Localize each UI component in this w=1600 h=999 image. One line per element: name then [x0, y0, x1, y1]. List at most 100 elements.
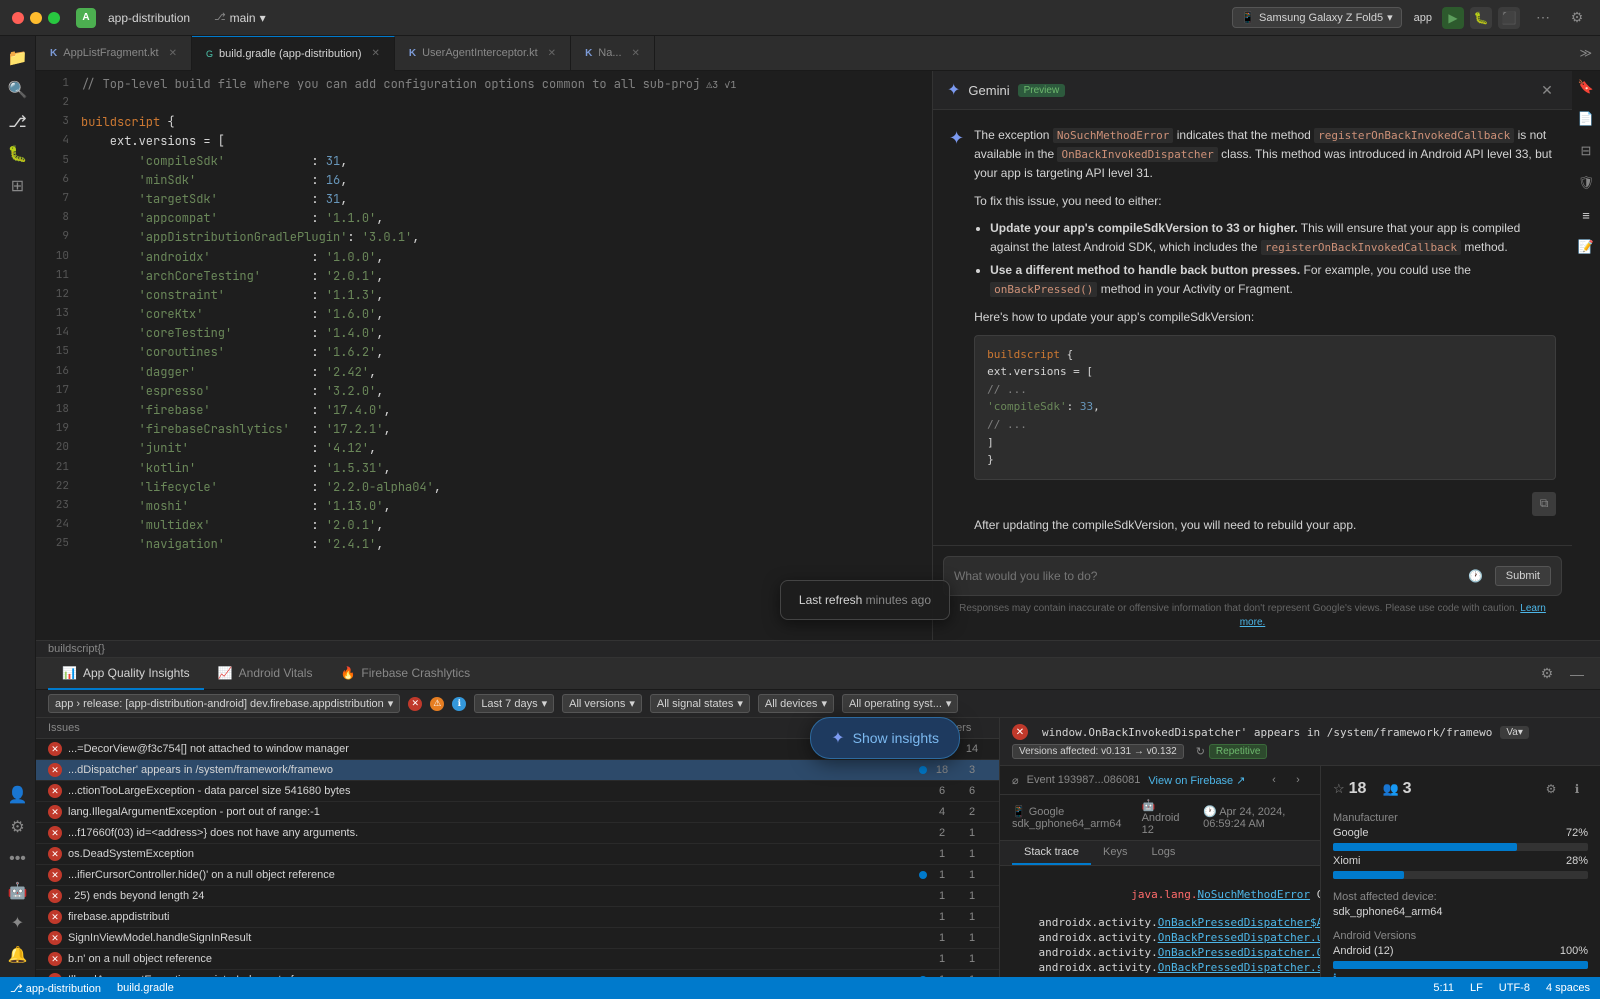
versions-filter[interactable]: All versions ▾ [562, 694, 642, 713]
activity-git[interactable]: ⎇ [4, 108, 32, 136]
settings-stats-icon[interactable]: ⚙ [1540, 778, 1562, 800]
os-filter[interactable]: All operating syst... ▾ [842, 694, 958, 713]
update-link[interactable]: OnBackPressedDispatcher.updateOnBackInvo… [1158, 931, 1320, 944]
issue-row-12[interactable]: ✕ IllegalArgumentException - pointerInde… [36, 970, 999, 977]
tab-bar: K AppListFragment.kt ✕ G build.gradle (a… [36, 36, 1600, 71]
show-insights-overlay[interactable]: ✦ Show insights [810, 717, 960, 759]
settings-panel-icon[interactable]: ⚙ [1536, 663, 1558, 685]
close-panel-icon[interactable]: — [1566, 663, 1588, 685]
gemini-content[interactable]: ✦ The exception NoSuchMethodError indica… [933, 110, 1572, 545]
setenabled-link[interactable]: OnBackPressedDispatcher.setEnabled(OnBac… [1158, 961, 1320, 974]
main-layout: 📁 🔍 ⎇ 🐛 ⊞ 👤 ⚙ ••• 🤖 ✦ 🔔 K AppListFragmen… [0, 36, 1600, 977]
crash-meta: Versions affected: v0.131 → v0.132 ↻ Rep… [1012, 744, 1588, 759]
side-structure-icon[interactable]: ⊟ [1572, 135, 1600, 167]
stop-button[interactable]: ⬛ [1498, 7, 1520, 29]
run-button[interactable]: ▶ [1442, 7, 1464, 29]
close-icon[interactable]: ✕ [548, 48, 556, 59]
issue-row-11[interactable]: ✕ b.n' on a null object reference 1 1 [36, 949, 999, 970]
traffic-lights[interactable] [12, 12, 60, 24]
activity-gemini[interactable]: ✦ [4, 909, 32, 937]
stack-trace-tab[interactable]: Stack trace [1012, 841, 1091, 865]
activity-more[interactable]: ••• [4, 845, 32, 873]
side-notes-icon[interactable]: 📝 [1572, 231, 1600, 263]
issue-row-7[interactable]: ✕ ...ifierCursorController.hide()' on a … [36, 865, 999, 886]
logs-tab[interactable]: Logs [1140, 841, 1188, 865]
issue-row-8[interactable]: ✕ . 25) ends beyond length 24 1 1 [36, 886, 999, 907]
gradle-icon: G [206, 49, 213, 59]
activity-search[interactable]: 🔍 [4, 76, 32, 104]
issue-row-3[interactable]: ✕ ...ctionTooLargeException - data parce… [36, 781, 999, 802]
after-update-text: After updating the compileSdkVersion, yo… [974, 516, 1556, 535]
line-ending[interactable]: LF [1470, 982, 1483, 994]
activity-debug[interactable]: 🐛 [4, 140, 32, 168]
issue-row-10[interactable]: ✕ SignInViewModel.handleSignInResult 1 1 [36, 928, 999, 949]
tab-useragent[interactable]: K UserAgentInterceptor.kt ✕ [395, 36, 571, 71]
side-files-icon[interactable]: 📄 [1572, 103, 1600, 135]
activity-android[interactable]: 🤖 [4, 877, 32, 905]
indent-size[interactable]: 4 spaces [1546, 982, 1590, 994]
maximize-button[interactable] [48, 12, 60, 24]
lambda-link[interactable]: OnBackPressedDispatcher.OnBackPressedCal… [1158, 946, 1320, 959]
close-button[interactable] [12, 12, 24, 24]
learn-more-link[interactable]: Learn more. [1240, 603, 1546, 628]
issue-row-9[interactable]: ✕ firebase.appdistributi 1 1 [36, 907, 999, 928]
breadcrumb-dropdown[interactable]: app › release: [app-distribution-android… [48, 694, 400, 713]
copy-code-button[interactable]: ⧉ [1532, 492, 1556, 516]
activity-folder[interactable]: 📁 [4, 44, 32, 72]
debug-button[interactable]: 🐛 [1470, 7, 1492, 29]
info-stats-icon[interactable]: ℹ [1566, 778, 1588, 800]
side-details-icon[interactable]: ≡ [1572, 199, 1600, 231]
tab-android-vitals[interactable]: 📈 Android Vitals [204, 658, 327, 690]
gemini-submit-button[interactable]: Submit [1495, 566, 1551, 586]
tab-na[interactable]: K Na... ✕ [571, 36, 655, 71]
tab-applistfragment[interactable]: K AppListFragment.kt ✕ [36, 36, 192, 71]
encoding[interactable]: UTF-8 [1499, 982, 1530, 994]
error-icon: ✕ [48, 910, 62, 924]
side-shield-icon[interactable]: 🛡 [1572, 167, 1600, 199]
settings-button[interactable]: ⚙ [1566, 7, 1588, 29]
gemini-panel: ✦ Gemini Preview ✕ ✦ The exception NoSuc… [932, 71, 1572, 640]
prev-event-button[interactable]: ‹ [1264, 770, 1284, 790]
view-on-firebase-link[interactable]: View on Firebase ↗ [1148, 774, 1245, 787]
issue-row-5[interactable]: ✕ ...f17660f(03) id=<address>} does not … [36, 823, 999, 844]
nosuch-link[interactable]: NoSuchMethodError [1197, 888, 1310, 901]
gemini-close-icon[interactable]: ✕ [1536, 79, 1558, 101]
tab-firebase-crashlytics[interactable]: 🔥 Firebase Crashlytics [326, 658, 484, 690]
close-icon[interactable]: ✕ [169, 48, 177, 59]
issue-row-6[interactable]: ✕ os.DeadSystemException 1 1 [36, 844, 999, 865]
gemini-input[interactable] [954, 569, 1457, 583]
run-controls: app ▶ 🐛 ⬛ [1414, 7, 1520, 29]
more-tabs-button[interactable]: ≫ [1571, 46, 1600, 60]
issue-row-4[interactable]: ✕ lang.IllegalArgumentException - port o… [36, 802, 999, 823]
stack-line-4: androidx.activity.OnBackPressedDispatche… [1012, 945, 1308, 960]
search-button[interactable]: ⋯ [1532, 7, 1554, 29]
activity-notifications[interactable]: 🔔 [4, 941, 32, 969]
issue-row-2[interactable]: ✕ ...dDispatcher' appears in /system/fra… [36, 760, 999, 781]
code-editor[interactable]: 1 // Top-level build file where you can … [36, 71, 932, 640]
branch-selector[interactable]: ⎇ main ▾ [214, 11, 266, 25]
code-line-23: 23 'moshi' : '1.13.0', [36, 497, 932, 516]
stack-trace[interactable]: java.lang.NoSuchMethodError Create break… [1000, 866, 1320, 977]
filter-error-icon[interactable]: ✕ [408, 697, 422, 711]
variant-badge[interactable]: Va▾ [1500, 726, 1529, 739]
signals-filter[interactable]: All signal states ▾ [650, 694, 750, 713]
close-icon[interactable]: ✕ [371, 48, 379, 59]
tab-aqi[interactable]: 📊 App Quality Insights [48, 658, 204, 690]
device-selector[interactable]: 📱 Samsung Galaxy Z Fold5 ▾ [1232, 7, 1401, 28]
close-icon[interactable]: ✕ [632, 48, 640, 59]
tab-buildgradle[interactable]: G build.gradle (app-distribution) ✕ [192, 36, 395, 71]
activity-accounts[interactable]: 👤 [4, 781, 32, 809]
app-dropdown[interactable]: app [1414, 12, 1432, 24]
clock-icon[interactable]: 🕐 [1465, 565, 1487, 587]
keys-tab[interactable]: Keys [1091, 841, 1139, 865]
activity-settings-bottom[interactable]: ⚙ [4, 813, 32, 841]
devices-filter[interactable]: All devices ▾ [758, 694, 834, 713]
minimize-button[interactable] [30, 12, 42, 24]
cursor-position[interactable]: 5:11 [1433, 982, 1454, 994]
side-bookmarks-icon[interactable]: 🔖 [1572, 71, 1600, 103]
code-line-3: 3 buildscript { [36, 113, 932, 132]
next-event-button[interactable]: › [1288, 770, 1308, 790]
activity-extensions[interactable]: ⊞ [4, 172, 32, 200]
dispatcher-link[interactable]: OnBackPressedDispatcher$Api33Impl.regist… [1158, 916, 1320, 929]
time-filter[interactable]: Last 7 days ▾ [474, 694, 554, 713]
